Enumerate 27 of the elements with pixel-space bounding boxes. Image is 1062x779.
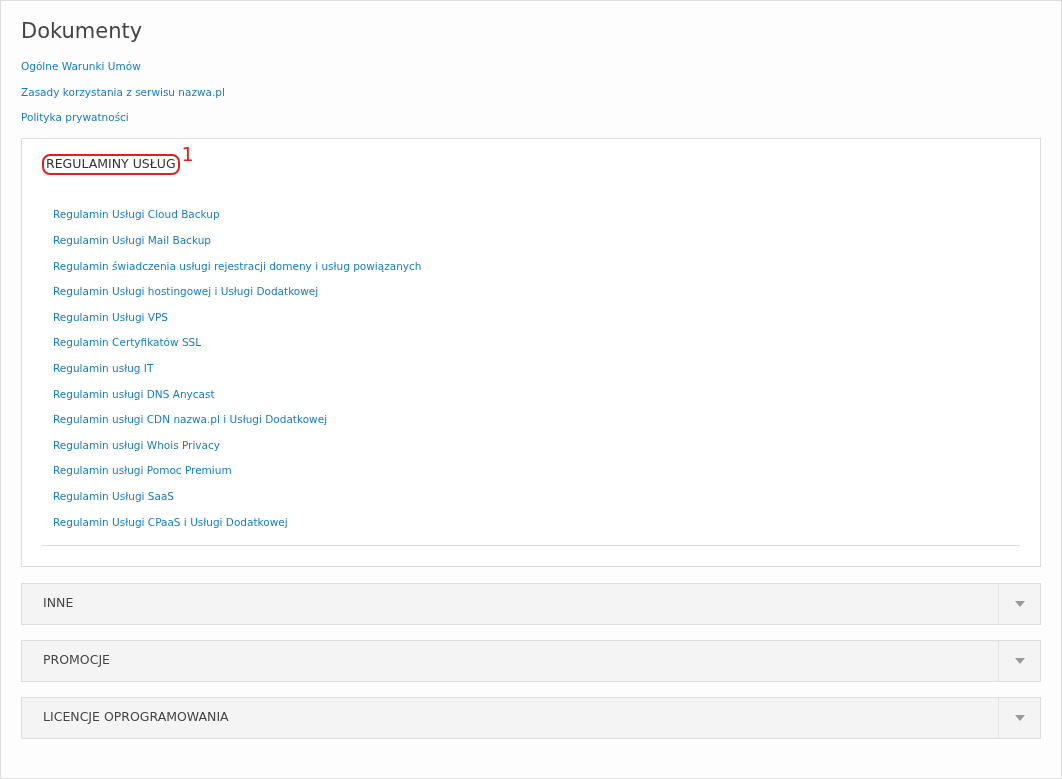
regulation-link[interactable]: Regulamin usług IT — [53, 360, 154, 375]
section-title: LICENCJE OPROGRAMOWANIA — [42, 708, 230, 727]
regulation-link[interactable]: Regulamin Usługi hostingowej i Usługi Dodatkowej — [53, 284, 319, 299]
caret-down-icon — [1014, 600, 1025, 607]
document-link[interactable]: Polityka prywatności — [21, 110, 129, 125]
document-link[interactable]: Ogólne Warunki Umów — [21, 59, 141, 74]
page-title: Dokumenty — [21, 19, 144, 45]
regulation-link[interactable]: Regulamin usługi Whois Privacy — [53, 437, 220, 452]
regulation-link[interactable]: Regulamin usługi CDN nazwa.pl i Usługi Dodatkowej — [53, 412, 328, 427]
collapsed-section-header[interactable]: LICENCJE OPROGRAMOWANIA — [21, 696, 1041, 739]
regulation-link[interactable]: Regulamin Usługi VPS — [53, 309, 168, 324]
regulation-link[interactable]: Regulamin Usługi Cloud Backup — [53, 207, 220, 222]
regulation-link[interactable]: Regulamin Usługi CPaaS i Usługi Dodatkowej — [53, 514, 288, 529]
regulation-link[interactable]: Regulamin usługi Pomoc Premium — [53, 463, 232, 478]
collapsed-section-header[interactable]: INNE — [21, 582, 1041, 625]
section-title: PROMOCJE — [42, 651, 111, 670]
regulation-link[interactable]: Regulamin usługi DNS Anycast — [53, 386, 215, 401]
caret-down-icon — [1014, 714, 1025, 721]
collapsed-section-header[interactable]: PROMOCJE — [21, 639, 1041, 682]
section-title: INNE — [42, 594, 75, 613]
document-link[interactable]: Zasady korzystania z serwisu nazwa.pl — [21, 84, 225, 99]
regulation-link[interactable]: Regulamin Usługi Mail Backup — [53, 232, 211, 247]
regulation-link[interactable]: Regulamin Usługi SaaS — [53, 488, 174, 503]
regulation-link[interactable]: Regulamin Certyfikatów SSL — [53, 335, 202, 350]
annotation-number: 1 — [181, 145, 194, 165]
regulation-link[interactable]: Regulamin świadczenia usługi rejestracji domeny i usług powiązanych — [53, 258, 422, 273]
caret-down-icon — [1014, 657, 1025, 664]
